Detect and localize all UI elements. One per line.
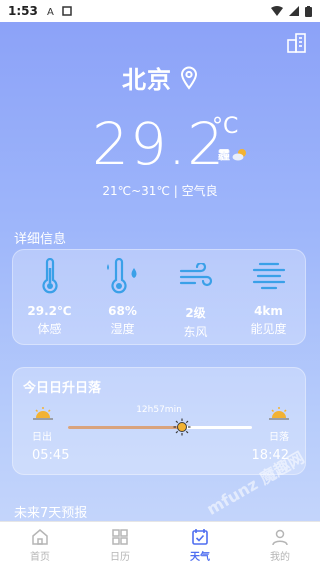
status-bar: 1:53 A: [0, 0, 320, 22]
detail-value: 2级: [185, 306, 206, 320]
detail-humidity: 68% 湿度: [86, 250, 159, 344]
home-icon: [32, 528, 48, 545]
weather-condition: 霾: [218, 146, 248, 163]
detail-value: 29.2℃: [27, 304, 72, 318]
details-section-title: 详细信息: [14, 232, 67, 247]
humidity-icon: [106, 258, 136, 294]
current-weather: 29.2 °C 霾: [0, 110, 320, 180]
weather-calendar-icon: [192, 528, 208, 545]
bottom-tab-bar: 首页 日历 天气 我的: [0, 521, 320, 568]
detail-feels-like: 29.2℃ 体感: [13, 250, 86, 344]
sunrise-time: 05:45: [32, 448, 70, 463]
tab-profile[interactable]: 我的: [240, 522, 320, 568]
tab-label: 首页: [30, 551, 50, 563]
sun-card: 今日日升日落 12h57min 日出 日落 05:45 18:42: [12, 367, 306, 475]
wind-icon: [179, 263, 212, 287]
status-time: 1:53: [8, 4, 38, 18]
profile-icon: [272, 529, 288, 545]
sunrise-icon: [33, 407, 53, 420]
sun-card-title: 今日日升日落: [23, 381, 102, 396]
city-header[interactable]: 北京: [0, 60, 320, 95]
notification-square-icon: [62, 6, 72, 16]
temperature-range-air: 21℃~31℃ | 空气良: [102, 184, 218, 198]
tab-home[interactable]: 首页: [0, 522, 80, 568]
tab-label: 我的: [270, 551, 290, 563]
detail-visibility: 4km 能见度: [232, 250, 305, 344]
temperature-unit: °C: [212, 114, 239, 139]
condition-text: 霾: [218, 148, 231, 162]
sunrise-label: 日出: [32, 432, 52, 443]
wifi-icon: [271, 6, 283, 16]
signal-icon: [289, 6, 299, 16]
city-manage-button[interactable]: [286, 32, 308, 54]
calendar-grid-icon: [112, 528, 128, 545]
current-temperature: 29.2: [92, 110, 226, 178]
notification-a-icon: A: [47, 7, 54, 16]
detail-label: 湿度: [110, 322, 135, 336]
haze-sun-icon: [232, 148, 247, 160]
detail-label: 体感: [37, 322, 62, 336]
details-card: 29.2℃ 体感 68% 湿度 2级 东风 4km 能见度: [12, 249, 306, 345]
daylight-progress-fill: [68, 426, 183, 429]
detail-value: 4km: [254, 304, 283, 318]
tab-weather[interactable]: 天气: [160, 522, 240, 568]
daylight-progress-track: [68, 418, 252, 436]
visibility-icon: [252, 262, 285, 290]
sunset-label: 日落: [269, 432, 289, 443]
detail-label: 能见度: [250, 322, 287, 336]
sun-position-icon: [173, 418, 191, 436]
city-buildings-icon: [287, 33, 306, 53]
location-pin-icon: [180, 66, 198, 90]
detail-label: 东风: [183, 325, 208, 339]
detail-value: 68%: [108, 304, 137, 318]
svg-text:A: A: [47, 7, 54, 16]
tab-calendar[interactable]: 日历: [80, 522, 160, 568]
forecast-section-title: 未来7天预报: [14, 506, 88, 521]
thermometer-icon: [41, 258, 58, 294]
daylight-duration: 12h57min: [136, 405, 182, 415]
battery-icon: [305, 5, 312, 17]
city-name: 北京: [122, 66, 172, 94]
sunset-icon: [269, 407, 289, 420]
detail-wind: 2级 东风: [159, 250, 232, 344]
tab-label: 天气: [190, 551, 210, 563]
tab-label: 日历: [110, 551, 130, 563]
